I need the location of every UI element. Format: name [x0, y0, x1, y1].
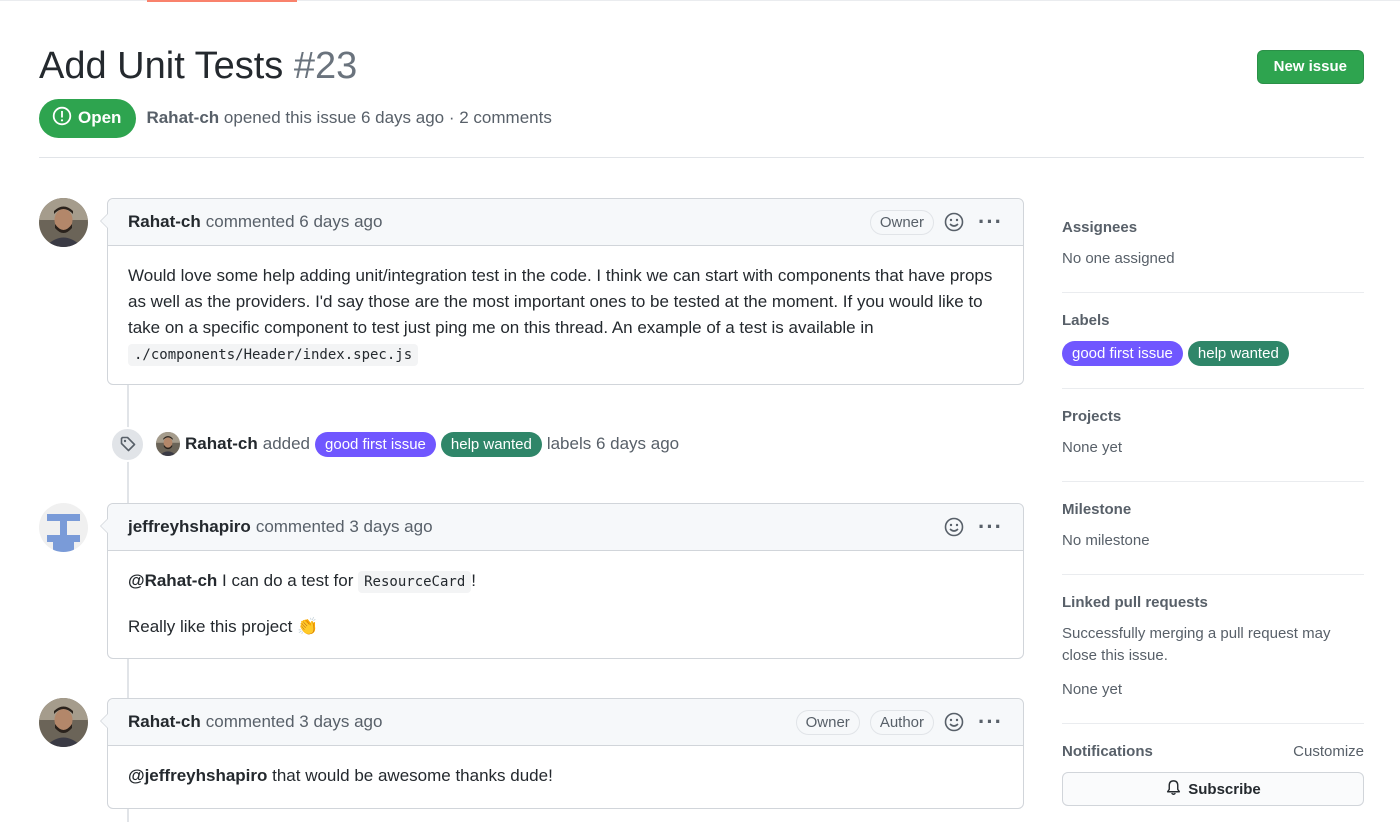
comment-actions: Owner ···: [869, 209, 1003, 235]
comment-text: Would love some help adding unit/integra…: [128, 266, 993, 337]
active-tab-underline: [147, 0, 297, 2]
smiley-icon[interactable]: [944, 712, 964, 732]
new-issue-button[interactable]: New issue: [1256, 50, 1364, 84]
label-good-first-issue[interactable]: good first issue: [315, 431, 436, 457]
state-badge: Open: [39, 98, 137, 138]
issue-sidebar: Assignees No one assigned Labels good fi…: [1062, 200, 1364, 806]
projects-heading[interactable]: Projects: [1062, 408, 1364, 425]
comment-time[interactable]: commented 3 days ago: [206, 712, 383, 732]
issue-opened-icon: [52, 106, 72, 131]
meta-suffix: opened this issue 6 days ago · 2 comment…: [223, 108, 552, 127]
comment-text: that would be awesome thanks dude!: [267, 766, 553, 785]
labels-list: good first issue help wanted: [1062, 341, 1364, 366]
user-mention[interactable]: @jeffreyhshapiro: [128, 766, 267, 785]
meta-text: Rahat-ch opened this issue 6 days ago · …: [146, 108, 551, 128]
sidebar-labels: Labels good first issue help wanted: [1062, 293, 1364, 389]
comment-box: Rahat-ch commented 3 days ago Owner Auth…: [100, 698, 1024, 809]
assignees-heading[interactable]: Assignees: [1062, 219, 1364, 236]
bell-icon: [1165, 779, 1182, 800]
event-action: added: [262, 434, 311, 453]
event-suffix: labels 6 days ago: [546, 434, 680, 453]
milestone-heading[interactable]: Milestone: [1062, 501, 1364, 518]
comment-header: Rahat-ch commented 3 days ago Owner Auth…: [108, 699, 1023, 746]
sidebar-notifications: Notifications Customize Subscribe: [1062, 724, 1364, 806]
subscribe-label: Subscribe: [1188, 780, 1261, 798]
comment-body: @Rahat-ch I can do a test for ResourceCa…: [108, 551, 1023, 657]
event-author[interactable]: Rahat-ch: [185, 434, 258, 454]
issue-title-text: Add Unit Tests: [39, 45, 284, 87]
comment-author[interactable]: jeffreyhshapiro: [128, 517, 251, 537]
comment-author[interactable]: Rahat-ch: [128, 712, 201, 732]
avatar[interactable]: [39, 198, 88, 247]
sidebar-projects: Projects None yet: [1062, 389, 1364, 482]
projects-value: None yet: [1062, 439, 1123, 456]
issue-author-link[interactable]: Rahat-ch: [146, 108, 219, 127]
issue-title: Add Unit Tests #23: [39, 42, 1364, 90]
comment-text: I can do a test for: [217, 571, 359, 590]
avatar[interactable]: [39, 503, 88, 552]
sidebar-assignees: Assignees No one assigned: [1062, 200, 1364, 293]
comment-header: jeffreyhshapiro commented 3 days ago ···: [108, 504, 1023, 551]
smiley-icon[interactable]: [944, 212, 964, 232]
inline-code: ./components/Header/index.spec.js: [128, 344, 419, 366]
comment-text: Really like this project: [128, 617, 298, 636]
comment-box: Rahat-ch commented 6 days ago Owner ··· …: [100, 198, 1024, 385]
owner-badge: Owner: [869, 209, 935, 235]
owner-badge: Owner: [795, 709, 860, 735]
comment-text-end: !: [471, 571, 477, 590]
comment-body: @jeffreyhshapiro that would be awesome t…: [108, 746, 1023, 806]
comment-actions: ···: [944, 516, 1003, 538]
header-divider: [39, 157, 1364, 158]
sidebar-milestone: Milestone No milestone: [1062, 482, 1364, 575]
comment-body: Would love some help adding unit/integra…: [108, 246, 1023, 385]
clapping-hands-emoji: 👏: [297, 617, 319, 636]
author-badge: Author: [869, 709, 935, 735]
kebab-menu-icon[interactable]: ···: [978, 516, 1003, 538]
comment-time[interactable]: commented 3 days ago: [256, 517, 433, 537]
linked-prs-value: None yet: [1062, 681, 1123, 698]
milestone-value: No milestone: [1062, 532, 1150, 549]
comment-author[interactable]: Rahat-ch: [128, 212, 201, 232]
customize-link[interactable]: Customize: [1293, 743, 1364, 760]
subscribe-button[interactable]: Subscribe: [1062, 772, 1364, 806]
label-good-first-issue[interactable]: good first issue: [1062, 341, 1183, 366]
notifications-heading: Notifications Customize: [1062, 743, 1364, 760]
issue-header: Add Unit Tests #23 New issue: [39, 42, 1364, 92]
kebab-menu-icon[interactable]: ···: [978, 211, 1003, 233]
inline-code: ResourceCard: [358, 571, 472, 593]
tag-icon: [110, 426, 145, 462]
linked-prs-heading: Linked pull requests: [1062, 594, 1208, 611]
avatar[interactable]: [39, 698, 88, 747]
smiley-icon[interactable]: [944, 517, 964, 537]
sidebar-linked-prs: Linked pull requests Successfully mergin…: [1062, 575, 1364, 724]
comment-time[interactable]: commented 6 days ago: [206, 212, 383, 232]
label-help-wanted[interactable]: help wanted: [1187, 341, 1289, 366]
kebab-menu-icon[interactable]: ···: [978, 711, 1003, 733]
label-help-wanted[interactable]: help wanted: [440, 431, 542, 457]
comment-header: Rahat-ch commented 6 days ago Owner ···: [108, 199, 1023, 246]
user-mention[interactable]: @Rahat-ch: [128, 571, 217, 590]
issue-meta: Open Rahat-ch opened this issue 6 days a…: [39, 98, 552, 138]
avatar[interactable]: [156, 432, 180, 456]
linked-prs-description: Successfully merging a pull request may …: [1062, 625, 1331, 664]
comment-actions: Owner Author ···: [795, 709, 1003, 735]
comment-box: jeffreyhshapiro commented 3 days ago ···…: [100, 503, 1024, 659]
assignees-value: No one assigned: [1062, 250, 1175, 267]
label-event: Rahat-ch added good first issue help wan…: [110, 426, 680, 462]
labels-heading[interactable]: Labels: [1062, 312, 1364, 329]
state-label: Open: [78, 108, 122, 127]
issue-number: #23: [293, 45, 358, 87]
